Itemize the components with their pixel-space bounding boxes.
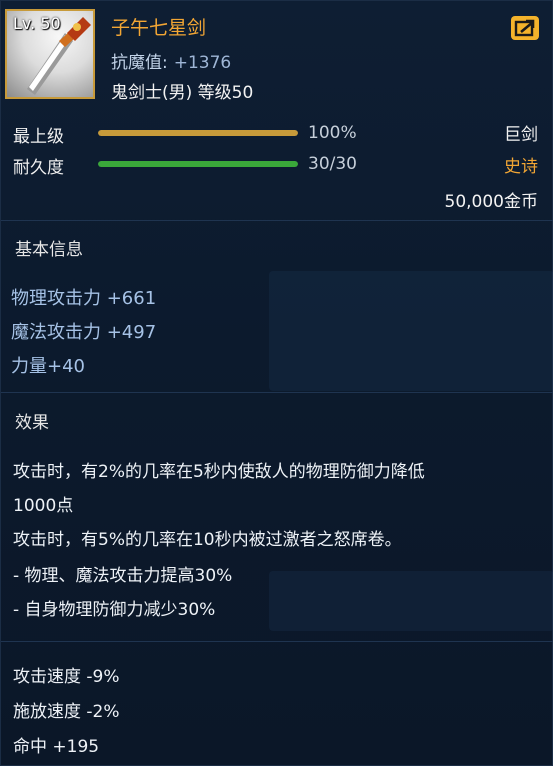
item-name: 子午七星剑 [111, 17, 207, 39]
durability-label: 耐久度 [13, 158, 64, 178]
durability-value: 30/30 [308, 154, 357, 174]
stat-line: 物理攻击力 +661 [11, 288, 157, 309]
durability-bar [98, 161, 298, 167]
stat-line: 魔法攻击力 +497 [11, 322, 157, 343]
basic-info-heading: 基本信息 [15, 240, 83, 260]
bottom-stat: 命中 +195 [13, 737, 100, 757]
divider [1, 641, 553, 642]
background-watermark [269, 271, 553, 391]
durability-bar-fill [98, 161, 298, 167]
price: 50,000金币 [444, 192, 538, 212]
effect-line: 1000点 [13, 496, 74, 516]
effect-heading: 效果 [15, 413, 49, 433]
weapon-type: 巨剑 [504, 125, 538, 145]
grade-value: 100% [308, 123, 357, 143]
level-badge: Lv. 50 [13, 14, 61, 33]
bottom-stat: 攻击速度 -9% [13, 667, 120, 687]
resist-label: 抗魔值: [111, 53, 168, 73]
effect-line: 攻击时，有5%的几率在10秒内被过激者之怒席卷。 [13, 530, 402, 550]
share-arrow-icon[interactable] [511, 16, 539, 40]
divider [1, 392, 553, 393]
grade-bar [98, 130, 298, 136]
stat-line: 力量+40 [11, 356, 85, 377]
class-level: 鬼剑士(男) 等级50 [111, 83, 254, 103]
rarity: 史诗 [504, 157, 538, 177]
background-watermark [269, 571, 553, 631]
grade-label: 最上级 [13, 127, 64, 147]
effect-line: 攻击时，有2%的几率在5秒内使敌人的物理防御力降低 [13, 462, 425, 482]
grade-bar-fill [98, 130, 298, 136]
divider [1, 220, 553, 221]
resist-value: +1376 [173, 53, 232, 73]
item-tooltip: Lv. 50 子午七星剑 抗魔值: +1376 鬼剑士(男) 等级50 最上级 1… [0, 0, 553, 766]
effect-line: - 自身物理防御力减少30% [13, 600, 216, 620]
bottom-stat: 施放速度 -2% [13, 702, 120, 722]
resist-line: 抗魔值: +1376 [111, 48, 231, 73]
item-icon: Lv. 50 [5, 9, 95, 99]
effect-line: - 物理、魔法攻击力提高30% [13, 566, 233, 586]
